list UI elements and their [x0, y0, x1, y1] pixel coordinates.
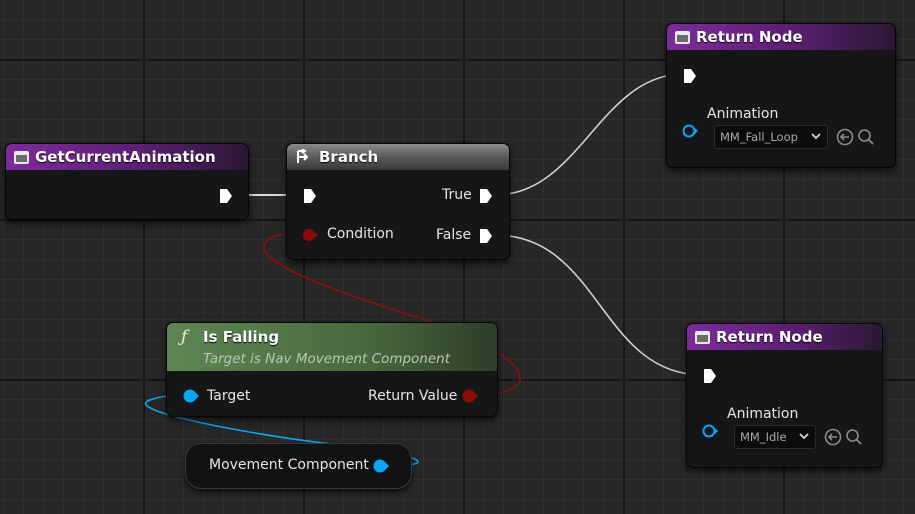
true-exec-pin[interactable]: [479, 188, 493, 204]
return-value-pin[interactable]: [461, 388, 479, 404]
chevron-down-icon: [799, 433, 809, 440]
animation-pin[interactable]: [701, 423, 719, 439]
false-label: False: [436, 227, 472, 243]
search-icon[interactable]: [845, 428, 863, 446]
function-icon: [14, 150, 29, 164]
animation-asset-value: MM_Fall_Loop: [720, 130, 798, 144]
condition-pin[interactable]: [302, 227, 318, 243]
target-pin[interactable]: [182, 388, 200, 404]
exec-wire-false-to-bottom-return: [494, 234, 704, 376]
is-falling-title: Is Falling: [203, 328, 280, 346]
branch-node[interactable]: Branch True Condition False: [286, 143, 510, 260]
animation-asset-dropdown[interactable]: MM_Idle: [734, 425, 816, 449]
movement-component-node[interactable]: Movement Component: [185, 443, 412, 489]
exec-in-pin[interactable]: [703, 368, 717, 384]
exec-in-pin[interactable]: [683, 68, 697, 84]
get-current-animation-node[interactable]: GetCurrentAnimation: [5, 143, 249, 220]
exec-out-pin[interactable]: [219, 188, 233, 204]
animation-label: Animation: [707, 106, 779, 122]
function-icon: [695, 330, 710, 344]
branch-icon: [297, 149, 309, 163]
animation-asset-dropdown[interactable]: MM_Fall_Loop: [714, 125, 828, 149]
true-label: True: [442, 187, 472, 203]
return-node-top-title: Return Node: [696, 28, 803, 46]
return-node-top-header[interactable]: Return Node: [667, 24, 895, 50]
get-current-animation-title: GetCurrentAnimation: [35, 148, 216, 166]
chevron-down-icon: [811, 133, 821, 140]
return-node-bottom-header[interactable]: Return Node: [687, 324, 882, 350]
return-node-bottom[interactable]: Return Node Animation MM_Idle: [686, 323, 883, 468]
function-icon: ƒ: [181, 327, 188, 347]
function-icon: [675, 30, 690, 44]
animation-label: Animation: [727, 406, 799, 422]
exec-in-pin[interactable]: [303, 188, 317, 204]
return-value-label: Return Value: [368, 388, 458, 404]
animation-asset-value: MM_Idle: [740, 430, 787, 444]
return-node-bottom-title: Return Node: [716, 328, 823, 346]
is-falling-subtitle: Target is Nav Movement Component: [203, 351, 451, 367]
use-selected-asset-icon[interactable]: [824, 428, 842, 446]
exec-wire-true-to-top-return: [494, 73, 685, 196]
branch-header[interactable]: Branch: [287, 144, 509, 170]
get-current-animation-header[interactable]: GetCurrentAnimation: [6, 144, 248, 170]
is-falling-node[interactable]: ƒ Is Falling Target is Nav Movement Comp…: [166, 322, 498, 417]
is-falling-header[interactable]: ƒ Is Falling Target is Nav Movement Comp…: [167, 323, 497, 371]
use-selected-asset-icon[interactable]: [836, 128, 854, 146]
movement-component-pin[interactable]: [372, 458, 390, 474]
branch-title: Branch: [319, 148, 379, 166]
condition-label: Condition: [327, 226, 394, 242]
animation-pin[interactable]: [681, 123, 699, 139]
movement-component-label: Movement Component: [209, 457, 369, 473]
search-icon[interactable]: [857, 128, 875, 146]
return-node-top[interactable]: Return Node Animation MM_Fall_Loop: [666, 23, 896, 168]
target-label: Target: [207, 388, 251, 404]
false-exec-pin[interactable]: [479, 228, 493, 244]
